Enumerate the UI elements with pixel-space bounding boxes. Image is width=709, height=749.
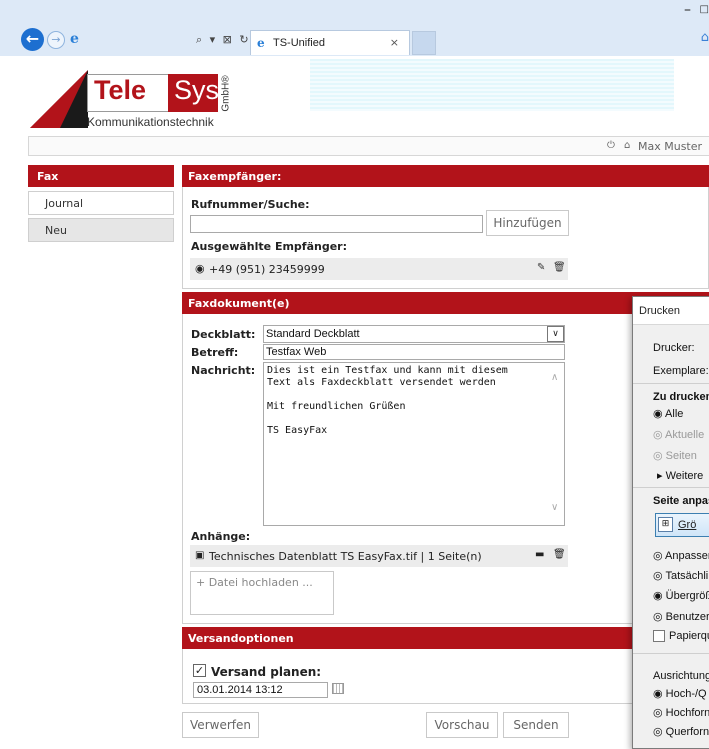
option-custom[interactable]: ◎ Benutzer	[653, 610, 709, 623]
radio-selected-icon[interactable]: ◉	[195, 262, 205, 275]
logout-icon[interactable]: ⏻	[607, 140, 615, 151]
copies-label: Exemplare:	[653, 365, 709, 377]
schedule-datetime-value: 03.01.2014 13:12	[197, 684, 283, 696]
tab-ie-icon: e	[257, 36, 265, 50]
sidebar-title: Fax	[28, 165, 174, 187]
page-size-icon: ⊞	[658, 517, 673, 532]
option-fit[interactable]: ◎ Anpassen	[653, 549, 709, 562]
forward-arrow-icon[interactable]: →	[47, 31, 65, 49]
option-landscape[interactable]: ◎ Querforn	[653, 725, 709, 738]
company-logo: Tele Sys GmbH® Kommunikationstechnik	[30, 60, 260, 138]
discard-button[interactable]: Verwerfen	[182, 712, 259, 738]
tab-title: TS-Unified	[273, 37, 325, 49]
option-actual-size[interactable]: ◎ Tatsächli	[653, 569, 708, 582]
cover-value: Standard Deckblatt	[266, 328, 360, 340]
paper-source-label: Papierqu	[669, 630, 709, 642]
message-textarea[interactable]: Dies ist ein Testfax und kann mit diesem…	[263, 362, 565, 526]
subject-value: Testfax Web	[266, 346, 327, 358]
attachment-name: Technisches Datenblatt TS EasyFax.tif | …	[209, 550, 482, 563]
minimize-icon[interactable]: –	[684, 2, 691, 18]
document-panel-title: Faxdokument(e)	[182, 292, 709, 314]
folder-icon[interactable]: ▬	[535, 549, 544, 560]
divider	[633, 653, 709, 654]
divider	[633, 487, 709, 488]
size-button[interactable]: ⊞ Grö	[655, 513, 709, 537]
upload-file-button[interactable]: + Datei hochladen ...	[190, 571, 334, 615]
option-auto-orientation[interactable]: ◉ Hoch-/Q	[653, 687, 707, 700]
attachments-label: Anhänge:	[191, 530, 251, 543]
home-icon[interactable]: ⌂	[701, 30, 709, 45]
divider	[633, 383, 709, 384]
subject-label: Betreff:	[191, 346, 239, 359]
preview-button[interactable]: Vorschau	[426, 712, 498, 738]
fit-page-title: Seite anpas	[653, 495, 709, 507]
calendar-icon[interactable]	[332, 683, 344, 694]
address-toolbar[interactable]: ⌕ ▾ ⊠ ↻	[196, 33, 251, 47]
ie-logo-icon: e	[70, 31, 79, 47]
browser-tab[interactable]: e TS-Unified ×	[250, 30, 410, 55]
new-tab-button[interactable]	[412, 31, 436, 55]
maximize-icon[interactable]: □	[700, 4, 709, 15]
trash-icon[interactable]: 🗑	[553, 262, 566, 273]
logo-tele-text: Tele	[94, 75, 147, 105]
logo-gmbh-text: GmbH®	[220, 75, 232, 112]
browser-chrome: – □ ← → e ⌕ ▾ ⊠ ↻ e TS-Unified × ⌂	[0, 0, 709, 56]
attachment-row[interactable]: ▣ Technisches Datenblatt TS EasyFax.tif …	[190, 545, 568, 567]
scroll-up-icon[interactable]: ∧	[551, 372, 558, 383]
search-input[interactable]	[190, 215, 483, 233]
paper-source-checkbox[interactable]	[653, 630, 665, 642]
selected-recipients-label: Ausgewählte Empfänger:	[191, 240, 348, 253]
recipient-row[interactable]: ◉ +49 (951) 23459999 ✎ 🗑	[190, 258, 568, 280]
send-button[interactable]: Senden	[503, 712, 569, 738]
orientation-title: Ausrichtung	[653, 670, 709, 682]
add-recipient-button[interactable]: Hinzufügen	[486, 210, 569, 236]
more-settings-toggle[interactable]: ▸ Weitere	[657, 469, 703, 482]
search-label: Rufnummer/Suche:	[191, 198, 310, 211]
option-pages[interactable]: ◎ Seiten	[653, 449, 697, 462]
sidebar-item-journal[interactable]: Journal	[28, 191, 174, 215]
edit-icon[interactable]: ✎	[537, 262, 545, 273]
print-dialog-title: Drucken	[639, 305, 680, 317]
options-panel-title: Versandoptionen	[182, 627, 709, 649]
recipients-panel-title: Faxempfänger:	[182, 165, 709, 187]
header-banner	[310, 59, 674, 111]
trash-icon[interactable]: 🗑	[553, 549, 566, 560]
home-icon[interactable]: ⌂	[624, 140, 630, 151]
logo-triangle-icon	[30, 70, 88, 128]
cover-label: Deckblatt:	[191, 328, 256, 341]
option-all[interactable]: ◉ Alle	[653, 407, 683, 420]
user-bar: ⏻ ⌂ Max Muster	[28, 136, 709, 156]
close-icon[interactable]: ×	[390, 36, 399, 49]
logo-subtitle: Kommunikationstechnik	[87, 115, 214, 129]
image-file-icon: ▣	[195, 550, 205, 561]
logo-gmbh: GmbH®	[218, 74, 233, 112]
message-label: Nachricht:	[191, 364, 256, 377]
schedule-label: Versand planen:	[211, 665, 322, 679]
option-oversize[interactable]: ◉ Übergröß	[653, 589, 709, 602]
user-name[interactable]: Max Muster	[638, 140, 702, 153]
printer-label: Drucker:	[653, 342, 695, 354]
sidebar-item-neu[interactable]: Neu	[28, 218, 174, 242]
scroll-down-icon[interactable]: ∨	[551, 502, 558, 513]
option-current[interactable]: ◎ Aktuelle	[653, 428, 704, 441]
print-range-title: Zu drucken	[653, 391, 709, 403]
option-portrait[interactable]: ◎ Hochforn	[653, 706, 709, 719]
size-button-label: Grö	[678, 519, 697, 531]
schedule-checkbox[interactable]: ✓	[193, 664, 206, 677]
print-dialog-titlebar[interactable]: Drucken	[633, 297, 709, 325]
print-dialog[interactable]: Drucken Drucker: Exemplare: Zu drucken ◉…	[632, 296, 709, 749]
logo-sys-text: Sys	[174, 75, 220, 105]
chevron-down-icon[interactable]: ∨	[547, 326, 564, 342]
back-arrow-icon[interactable]: ←	[21, 28, 44, 51]
recipient-number: +49 (951) 23459999	[209, 263, 325, 276]
